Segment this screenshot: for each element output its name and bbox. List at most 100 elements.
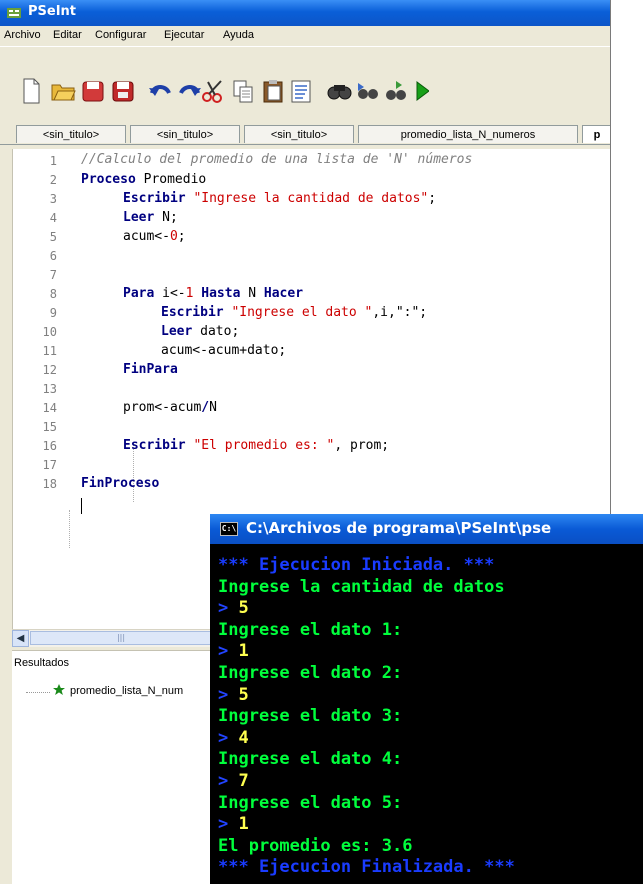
identifier: i<-: [154, 286, 186, 301]
console-input-value: 1: [238, 814, 249, 835]
line-number: 18: [42, 477, 57, 491]
console-status-line: *** Ejecucion Iniciada. ***: [218, 555, 495, 575]
prompt-icon: >: [218, 727, 239, 748]
line-number-gutter: 1 2 3 4 5 6 7 8 9 10 11 12 13 14 15 16 17 18: [13, 149, 65, 629]
punctuation: ;: [177, 229, 186, 244]
tab-sin-titulo-1[interactable]: <sin_titulo>: [16, 125, 126, 143]
save-as-icon[interactable]: [110, 77, 136, 105]
identifier: N: [240, 286, 264, 301]
redo-icon[interactable]: [176, 77, 202, 105]
code-line-9: Leer dato;: [161, 324, 239, 343]
indent-guide: [69, 510, 70, 548]
horizontal-scrollbar[interactable]: ◀ |||: [12, 629, 212, 647]
operator: /: [201, 400, 210, 415]
line-number: 2: [49, 173, 57, 187]
results-item[interactable]: promedio_lista_N_num: [70, 685, 183, 697]
code-line-13: prom<-acum/N: [123, 400, 217, 419]
keyword: Para: [123, 286, 155, 301]
run-icon[interactable]: [415, 77, 429, 105]
keyword: Proceso: [81, 172, 136, 187]
prompt-icon: >: [218, 598, 239, 619]
keyword: Escribir: [123, 191, 186, 206]
punctuation: ,i,":";: [372, 305, 428, 320]
save-icon[interactable]: [80, 77, 106, 105]
menu-ayuda[interactable]: Ayuda: [223, 29, 254, 41]
line-number: 13: [42, 382, 57, 396]
console-output-line: El promedio es: 3.6: [218, 835, 413, 856]
keyword: Hacer: [263, 286, 304, 301]
scroll-left-icon[interactable]: ◀: [12, 630, 29, 647]
menu-configurar[interactable]: Configurar: [95, 29, 146, 41]
number-literal: 0: [169, 229, 178, 244]
console-status-line: *** Ejecucion Finalizada. ***: [218, 857, 515, 878]
title-bar[interactable]: PSeInt: [0, 0, 610, 26]
scroll-thumb[interactable]: |||: [30, 631, 212, 645]
console-input-value: 1: [238, 641, 249, 662]
keyword: FinPara: [123, 362, 178, 377]
prompt-icon: >: [218, 814, 239, 835]
replace-icon[interactable]: [382, 77, 408, 105]
find-next-icon[interactable]: [354, 77, 380, 105]
console-title: C:\Archivos de programa\PSeInt\pse: [246, 519, 552, 537]
line-number: 15: [42, 420, 57, 434]
console-input-line: > 5: [218, 684, 249, 706]
line-number: 11: [42, 344, 57, 358]
console-output-line: Ingrese el dato 4:: [218, 749, 403, 770]
console-output-line: Ingrese la cantidad de datos: [218, 576, 505, 597]
console-output-line: Ingrese el dato 1:: [218, 619, 403, 640]
background-window: [610, 0, 643, 514]
console-input-line: > 5: [218, 597, 249, 619]
tab-active[interactable]: p: [582, 125, 610, 143]
line-number: 7: [49, 268, 57, 282]
line-number: 9: [49, 306, 57, 320]
console-input-line: > 7: [218, 770, 249, 792]
tab-sin-titulo-3[interactable]: <sin_titulo>: [244, 125, 354, 143]
comment-icon[interactable]: [288, 77, 314, 105]
open-folder-icon[interactable]: [50, 77, 76, 105]
console-input-line: > 1: [218, 813, 249, 835]
code-line-7: Para i<-1 Hasta N Hacer: [123, 286, 303, 305]
identifier: N;: [154, 210, 178, 225]
prompt-icon: >: [218, 684, 239, 705]
punctuation: , prom;: [334, 438, 390, 453]
identifier: prom<-acum: [123, 400, 202, 415]
menu-bar: Archivo Editar Configurar Ejecutar Ayuda: [0, 26, 610, 46]
console-input-line: > 1: [218, 640, 249, 662]
code-line-15: Escribir "El promedio es: ", prom;: [123, 438, 389, 457]
menu-ejecutar[interactable]: Ejecutar: [164, 29, 204, 41]
string-literal: "Ingrese el dato ": [231, 305, 373, 320]
identifier: Promedio: [135, 172, 207, 187]
console-output-line: Ingrese el dato 5:: [218, 792, 403, 813]
code-line-3: Escribir "Ingrese la cantidad de datos";: [123, 191, 436, 210]
tree-connector: [26, 692, 50, 693]
line-number: 4: [49, 211, 57, 225]
keyword: Escribir: [161, 305, 224, 320]
tab-sin-titulo-2[interactable]: <sin_titulo>: [130, 125, 240, 143]
line-number: 16: [42, 439, 57, 453]
line-number: 8: [49, 287, 57, 301]
identifier: N: [209, 400, 217, 415]
cut-icon[interactable]: [200, 77, 226, 105]
console-icon: C:\: [220, 522, 238, 536]
line-number: 14: [42, 401, 57, 415]
find-icon[interactable]: [326, 77, 352, 105]
code-line-11: FinPara: [123, 362, 178, 381]
new-file-icon[interactable]: [18, 77, 44, 105]
console-window[interactable]: C:\ C:\Archivos de programa\PSeInt\pse *…: [210, 514, 643, 884]
tab-promedio-lista[interactable]: promedio_lista_N_numeros: [358, 125, 578, 143]
code-line-17: FinProceso: [81, 476, 159, 495]
menu-editar[interactable]: Editar: [53, 29, 82, 41]
undo-icon[interactable]: [148, 77, 174, 105]
window-title: PSeInt: [28, 4, 77, 19]
identifier: acum<-: [123, 229, 170, 244]
paste-icon[interactable]: [260, 77, 286, 105]
line-number: 10: [42, 325, 57, 339]
code-line-1: //Calculo del promedio de una lista de '…: [81, 152, 473, 167]
console-title-bar[interactable]: C:\ C:\Archivos de programa\PSeInt\pse: [210, 514, 643, 544]
results-panel: Resultados promedio_lista_N_num: [12, 650, 212, 884]
menu-archivo[interactable]: Archivo: [4, 29, 41, 41]
results-label: Resultados: [14, 657, 70, 669]
copy-icon[interactable]: [230, 77, 256, 105]
code-line-5: acum<-0;: [123, 229, 186, 248]
line-number: 3: [49, 192, 57, 206]
